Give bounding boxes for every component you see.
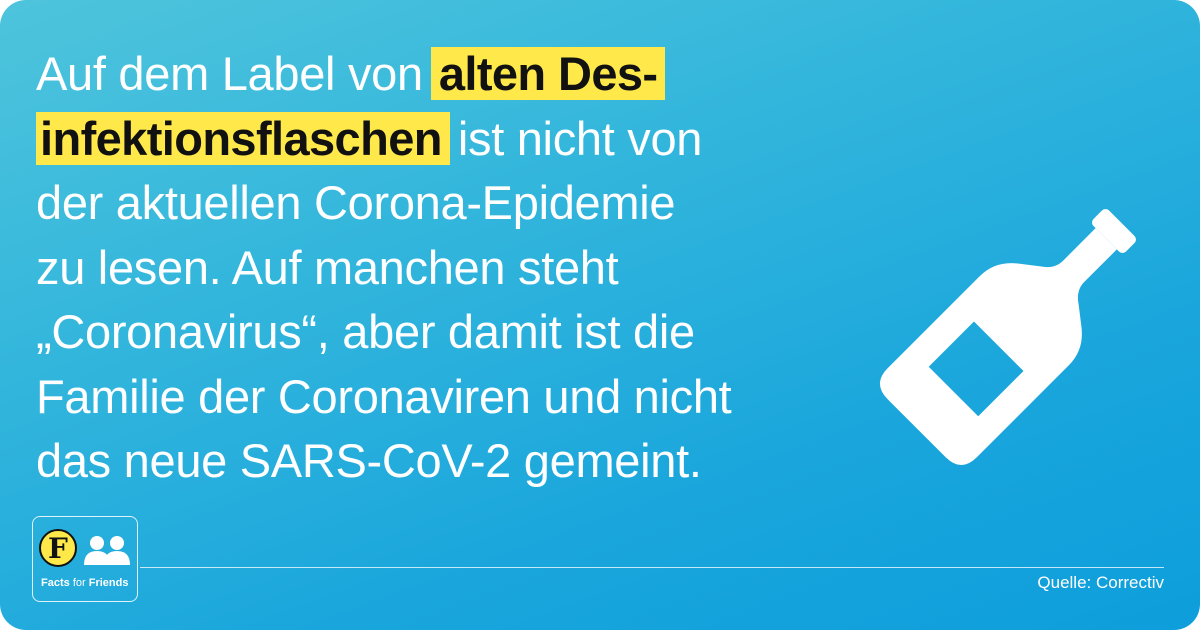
footer-divider — [140, 567, 1164, 568]
logo-wordmark: Facts for Friends — [41, 577, 129, 589]
text-line-5: „Coronavirus“, aber damit ist die — [36, 305, 695, 358]
text-line-4: zu lesen. Auf manchen steht — [36, 240, 619, 294]
text-line-1: Auf dem Label von alten Des- — [36, 42, 866, 107]
source-label: Quelle: Correctiv — [1037, 573, 1164, 592]
fact-card: Auf dem Label von alten Des- infektionsfl… — [0, 0, 1200, 630]
text-line-2: infektionsflaschen ist nicht von — [36, 107, 866, 172]
main-statement: Auf dem Label von alten Des- infektionsfl… — [36, 42, 866, 494]
facts-for-friends-logo: F Facts for Friends — [32, 516, 138, 602]
text-line-7: das neue SARS-CoV-2 gemeint. — [36, 434, 702, 487]
bottle-icon — [879, 209, 1136, 466]
text-line-3: der aktuellen Corona-Epidemie — [36, 176, 676, 229]
highlight-phrase: alten Des- — [430, 47, 666, 100]
logo-f-badge: F — [39, 529, 77, 567]
highlight-phrase: infektionsflaschen — [36, 111, 450, 165]
text-line-6: Familie der Coronaviren und nicht — [36, 369, 732, 423]
people-icon — [84, 536, 130, 565]
